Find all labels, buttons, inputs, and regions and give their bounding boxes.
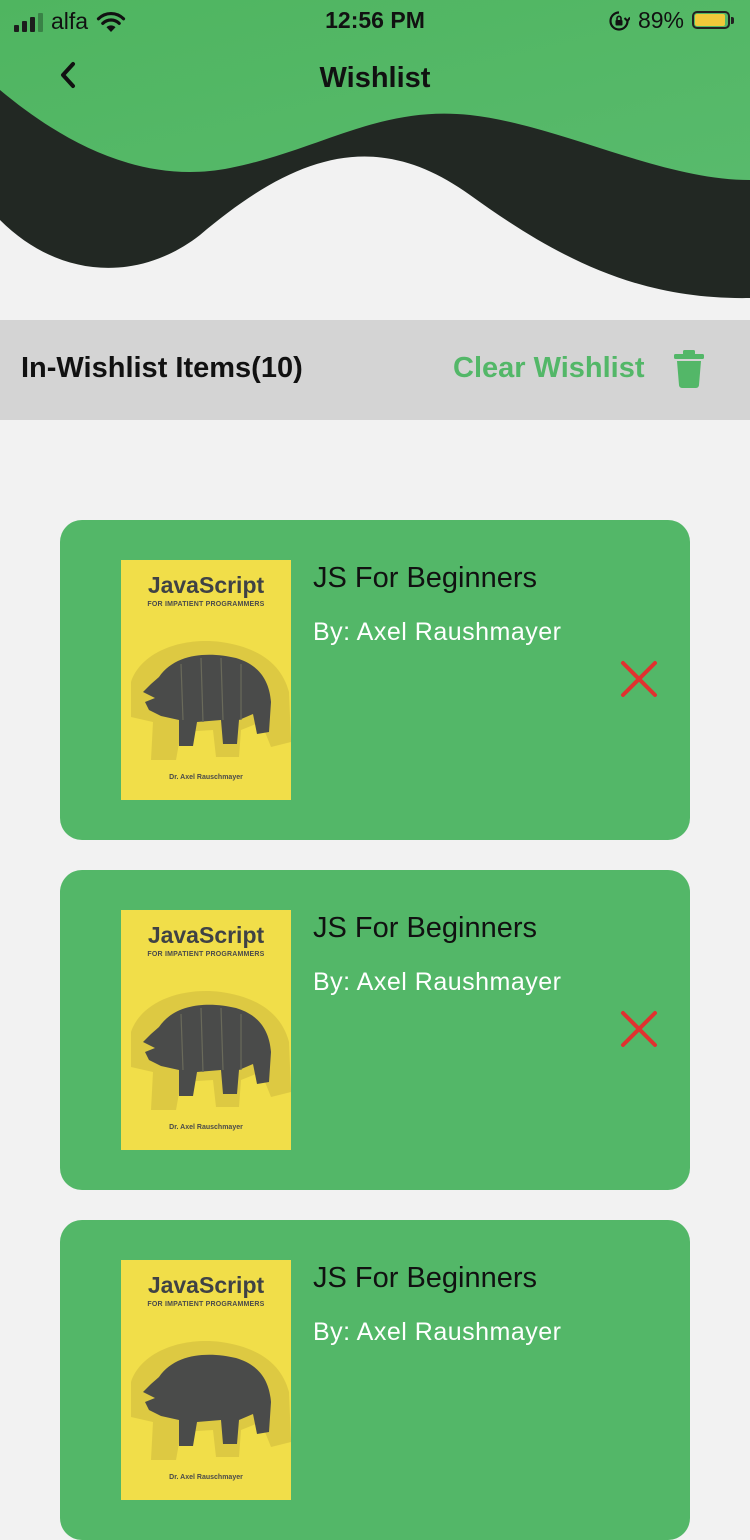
book-title: JS For Beginners [313, 562, 538, 594]
cover-subtitle: FOR IMPATIENT PROGRAMMERS [147, 951, 265, 958]
cover-author: Dr. Axel Rauschmayer [169, 1474, 243, 1481]
cover-subtitle: FOR IMPATIENT PROGRAMMERS [147, 1301, 265, 1308]
rhino-illustration [131, 1341, 291, 1460]
cover-title: JavaScript [147, 572, 265, 598]
wishlist-item-card[interactable]: JavaScript FOR IMPATIENT PROGRAMMERS Dr.… [60, 870, 690, 1190]
wishlist-header-bar: In-Wishlist Items(10) Clear Wishlist [0, 320, 750, 420]
book-author: By: Axel Raushmayer [313, 618, 562, 646]
wishlist-item-card[interactable]: JavaScript FOR IMPATIENT PROGRAMMERS Dr.… [60, 520, 690, 840]
rhino-illustration [131, 991, 291, 1110]
wishlist-count-label: In-Wishlist Items(10) [21, 352, 303, 384]
book-title: JS For Beginners [313, 1262, 538, 1294]
cover-subtitle: FOR IMPATIENT PROGRAMMERS [147, 601, 265, 608]
clear-wishlist-button[interactable]: Clear Wishlist [453, 352, 645, 385]
rhino-illustration [131, 641, 291, 760]
cover-title: JavaScript [147, 1272, 265, 1298]
status-bar: alfa 12:56 PM 89% [0, 0, 750, 40]
remove-item-button[interactable] [620, 660, 658, 698]
book-title: JS For Beginners [313, 912, 538, 944]
cover-author: Dr. Axel Rauschmayer [169, 774, 243, 781]
orientation-lock-icon [609, 10, 630, 31]
battery-icon [692, 10, 736, 31]
battery-percentage: 89% [637, 7, 684, 33]
book-cover-image: JavaScript FOR IMPATIENT PROGRAMMERS Dr.… [121, 560, 291, 800]
book-cover-image: JavaScript FOR IMPATIENT PROGRAMMERS Dr.… [121, 910, 291, 1150]
status-right: 89% [608, 7, 736, 34]
remove-item-button[interactable] [620, 1010, 658, 1048]
book-author: By: Axel Raushmayer [313, 968, 562, 996]
cover-title: JavaScript [147, 922, 265, 948]
book-cover-image: JavaScript FOR IMPATIENT PROGRAMMERS Dr.… [121, 1260, 291, 1500]
page-title: Wishlist [319, 62, 431, 94]
book-author: By: Axel Raushmayer [313, 1318, 562, 1346]
cover-author: Dr. Axel Rauschmayer [169, 1124, 243, 1131]
trash-icon[interactable] [674, 350, 704, 388]
header-wave-background [0, 0, 750, 320]
wishlist-item-card[interactable]: JavaScript FOR IMPATIENT PROGRAMMERS Dr.… [60, 1220, 690, 1540]
